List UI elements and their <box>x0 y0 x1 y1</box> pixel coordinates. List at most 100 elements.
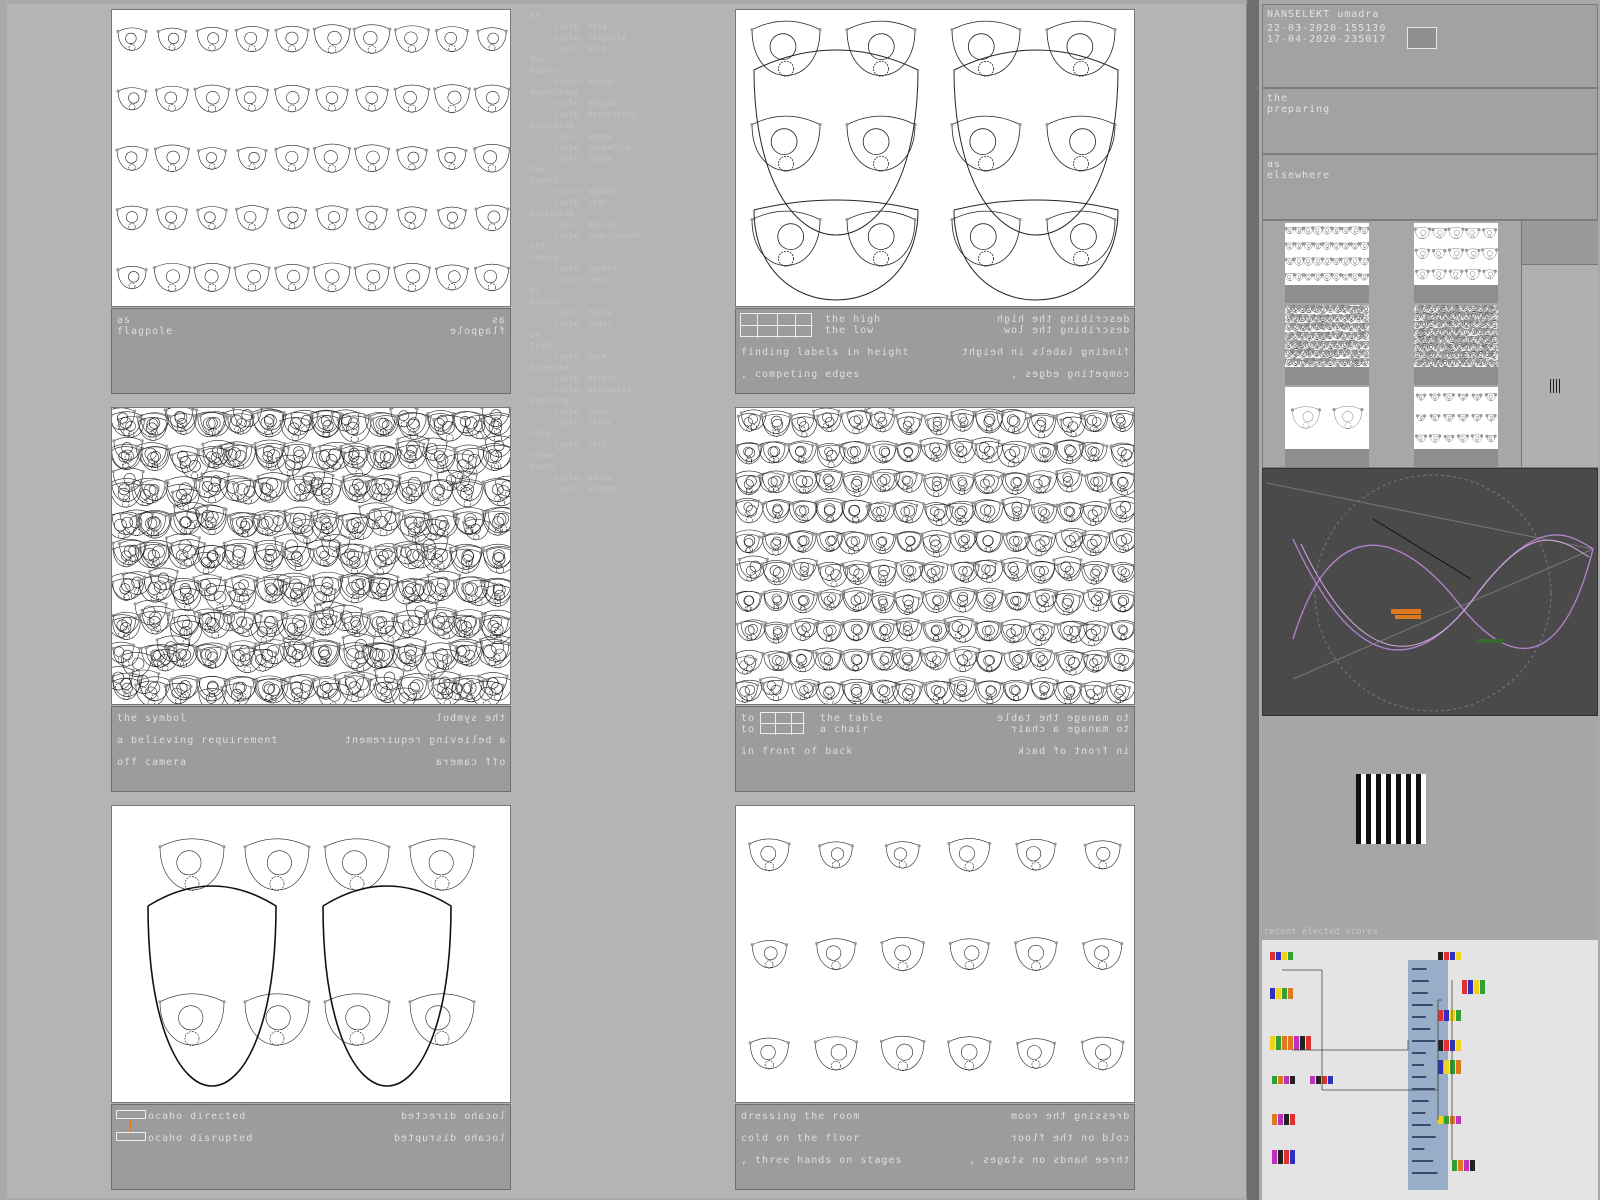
word-list-item: in <box>530 330 540 339</box>
caption-text: in front of back <box>741 746 854 757</box>
caption-mirror: in front of back <box>1016 746 1129 757</box>
thumbnail-3[interactable] <box>1285 305 1369 385</box>
caption-text: the symbol <box>117 713 188 724</box>
thumbnail-5[interactable] <box>1285 387 1369 467</box>
word-list-item: dressing <box>530 396 569 405</box>
caption-text: to <box>741 724 756 735</box>
faces-drawing-4 <box>736 408 1134 704</box>
lissajous-curve <box>1266 474 1595 712</box>
faces-drawing-3 <box>112 408 510 704</box>
status-line: preparing <box>1267 104 1331 115</box>
caption-text: flagpole <box>117 326 174 337</box>
word-list-item: cycle: disrupted <box>554 385 632 394</box>
caption-text: to <box>741 713 756 724</box>
word-list-item: cycle: room <box>554 407 607 416</box>
word-list-item: cycle: lines <box>554 154 612 163</box>
caption-text: the table <box>820 713 884 724</box>
word-list-item: cycle: table <box>554 308 612 317</box>
caption-text: cold on the floor <box>741 1133 861 1144</box>
thumbnail-2[interactable] <box>1414 223 1498 303</box>
thumbnail-6[interactable] <box>1414 387 1498 467</box>
word-list-item: cycle: chair <box>554 319 612 328</box>
word-list-item: cycle: height <box>554 99 617 108</box>
graph-title: recent elected scores <box>1264 927 1378 937</box>
word-list-item: believing <box>530 209 574 218</box>
drawing-canvas-3[interactable] <box>111 407 511 705</box>
caption-2: the high describing the high the low descr… <box>735 308 1135 394</box>
status-box-2: the preparing <box>1262 88 1598 154</box>
word-list-item: cycle: sign <box>554 198 607 207</box>
caption-3: the symbol the symbol a believing require… <box>111 706 511 792</box>
word-list-item: describing <box>530 88 579 97</box>
caption-mirror: cold on the floor <box>1009 1133 1129 1144</box>
caption-mirror: three hands on stages , <box>967 1155 1129 1166</box>
caption-mirror: to manage the table <box>995 713 1129 724</box>
word-list-item: competing <box>530 121 574 130</box>
caption-6: dressing the room dressing the room cold … <box>735 1104 1135 1190</box>
word-list-item: cycle: higher <box>554 77 617 86</box>
caption-4: to to manage the table to to manage a chai… <box>735 706 1135 792</box>
status-line: elsewhere <box>1267 170 1331 181</box>
mini-grid-widget[interactable] <box>116 1110 146 1142</box>
word-list-item: higher <box>530 66 559 75</box>
caption-mirror: competing edges , <box>1009 369 1129 380</box>
node-graph[interactable] <box>1262 940 1598 1200</box>
word-list-item: manage <box>530 297 559 306</box>
word-list-item: cycle: lens <box>554 275 607 284</box>
word-list-item: directed <box>530 363 569 372</box>
word-list-item: cycle: hands <box>554 473 612 482</box>
faces-drawing-t6 <box>1414 392 1498 443</box>
caption-mirror: off camera <box>434 757 505 768</box>
word-list-item: the <box>530 165 545 174</box>
word-list-item: three <box>530 451 555 460</box>
caption-mirror: to manage a chair <box>1009 724 1129 735</box>
drawing-canvas-2[interactable] <box>735 9 1135 307</box>
caption-5: ocaho directed locaho directed ocaho disr… <box>111 1104 511 1190</box>
splitter-handle[interactable] <box>1247 0 1259 1200</box>
word-list-item: cycle: camera <box>554 264 617 273</box>
thumbnail-1[interactable] <box>1285 223 1369 303</box>
word-list-item: hands <box>530 462 555 471</box>
node-graph-canvas <box>1270 952 1485 1190</box>
faces-drawing-6 <box>748 838 1125 1072</box>
session-info-box: NANSELEKT umadra 22-03-2020-155130 17-04… <box>1262 4 1598 88</box>
date-picker-widget[interactable] <box>1407 27 1437 49</box>
caption-text: finding labels in height <box>741 347 910 358</box>
app-title: NANSELEKT umadra <box>1267 9 1380 20</box>
caption-text: off camera <box>117 757 188 768</box>
status-line: the <box>1267 93 1289 104</box>
word-list-item: cycle: flag <box>554 22 607 31</box>
caption-text: the low <box>825 325 875 336</box>
word-list-item: cycle: competing <box>554 143 632 152</box>
faces-drawing-t4 <box>1414 305 1498 367</box>
faces-drawing-2 <box>750 20 1119 301</box>
word-list-item: cycle: describing <box>554 110 636 119</box>
caption-mirror: describing the high <box>995 314 1129 325</box>
main-workspace: as as flagpole flagpole the high describing… <box>7 4 1247 1198</box>
caption-text: , competing edges <box>741 369 861 380</box>
word-list-item: cycle: stages <box>554 484 617 493</box>
word-list-item: cycle: direct <box>554 374 617 383</box>
faces-drawing-t5 <box>1290 406 1364 429</box>
caption-mirror: locaho directed <box>399 1111 505 1122</box>
caption-text: ocaho disrupted <box>148 1133 254 1144</box>
caption-mirror: flagpole <box>448 326 505 337</box>
word-list-item: cycle: requirement <box>554 231 641 240</box>
word-list-item: as <box>530 11 540 20</box>
word-list-item: the <box>530 55 545 64</box>
word-list-item: symbol <box>530 176 559 185</box>
drawing-canvas-5[interactable] <box>111 805 511 1103</box>
thumbnail-4[interactable] <box>1414 305 1498 385</box>
drawing-canvas-6[interactable] <box>735 805 1135 1103</box>
caption-mirror: dressing the room <box>1009 1111 1129 1122</box>
caption-text: a believing requirement <box>117 735 279 746</box>
status-line: as <box>1267 159 1282 170</box>
word-list-item: camera <box>530 253 559 262</box>
drawing-canvas-4[interactable] <box>735 407 1135 705</box>
thumbnail-scrollbar[interactable] <box>1521 221 1598 467</box>
curve-preview[interactable] <box>1262 468 1598 716</box>
word-list-item: to <box>530 286 540 295</box>
word-list-item: cycle: floor <box>554 418 612 427</box>
drawing-canvas-1[interactable] <box>111 9 511 307</box>
faces-drawing-t1 <box>1285 226 1369 281</box>
